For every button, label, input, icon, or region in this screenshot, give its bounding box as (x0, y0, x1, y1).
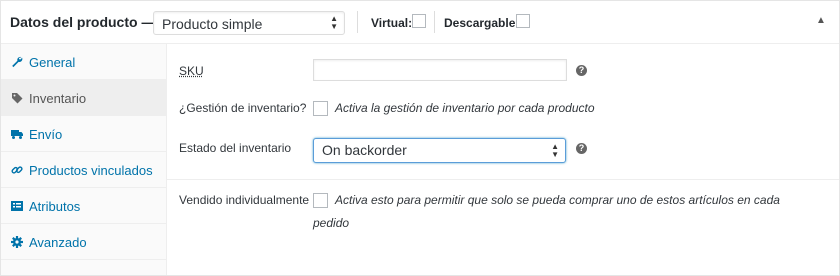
virtual-label: Virtual: (371, 16, 413, 30)
truck-icon (11, 130, 23, 139)
link-icon (11, 166, 23, 174)
tab-shipping[interactable]: Envío (1, 116, 166, 152)
select-arrows-icon: ▲ ▼ (330, 14, 338, 31)
tab-label: Atributos (29, 199, 81, 214)
manage-stock-checkbox[interactable] (313, 101, 328, 116)
question-icon[interactable]: ? (576, 65, 587, 76)
list-icon (11, 201, 23, 211)
sku-label: SKU (179, 64, 204, 78)
manage-stock-description: Activa la gestión de inventario por cada… (335, 101, 595, 115)
select-arrows-icon: ▲ ▼ (551, 142, 559, 159)
manage-stock-label: ¿Gestión de inventario? (179, 101, 307, 115)
product-type-value: Producto simple (162, 16, 263, 32)
tab-linked-products[interactable]: Productos vinculados (1, 152, 166, 188)
panel-title: Datos del producto — (10, 14, 156, 30)
tab-label: Productos vinculados (29, 163, 153, 178)
tab-advanced[interactable]: Avanzado (1, 224, 166, 260)
sold-individually-description: Activa esto para permitir que solo se pu… (335, 193, 780, 207)
header-separator (357, 11, 358, 33)
sold-individually-label: Vendido individualmente (179, 193, 310, 207)
triangle-up-icon[interactable]: ▲ (816, 15, 826, 26)
tab-inventory[interactable]: Inventario (1, 80, 166, 116)
tab-label: Envío (29, 127, 63, 142)
stock-status-value: On backorder (322, 142, 407, 158)
tag-icon (12, 93, 23, 104)
stock-status-select[interactable]: On backorder ▲ ▼ (313, 138, 566, 163)
question-icon[interactable]: ? (576, 143, 587, 154)
product-data-panel: Datos del producto — Producto simple ▲ ▼ … (0, 0, 840, 276)
product-data-tabs: General Inventario Envío Productos vincu… (1, 44, 167, 275)
tab-label: General (29, 55, 76, 70)
product-data-header: Datos del producto — Producto simple ▲ ▼ … (1, 1, 839, 44)
downloadable-label: Descargable: (444, 16, 520, 30)
tab-general[interactable]: General (1, 44, 166, 80)
tab-label: Inventario (29, 91, 87, 106)
sku-input[interactable] (313, 59, 567, 81)
downloadable-checkbox[interactable] (516, 14, 530, 28)
tab-attributes[interactable]: Atributos (1, 188, 166, 224)
gear-icon (11, 236, 23, 248)
virtual-checkbox[interactable] (412, 14, 426, 28)
tab-label: Avanzado (29, 235, 87, 250)
wrench-icon (12, 56, 23, 68)
sold-individually-description-cont: pedido (313, 216, 350, 230)
product-type-select[interactable]: Producto simple ▲ ▼ (153, 11, 345, 35)
header-separator (434, 11, 435, 33)
section-divider (167, 179, 839, 180)
sold-individually-checkbox[interactable] (313, 193, 328, 208)
stock-status-label: Estado del inventario (179, 141, 292, 155)
